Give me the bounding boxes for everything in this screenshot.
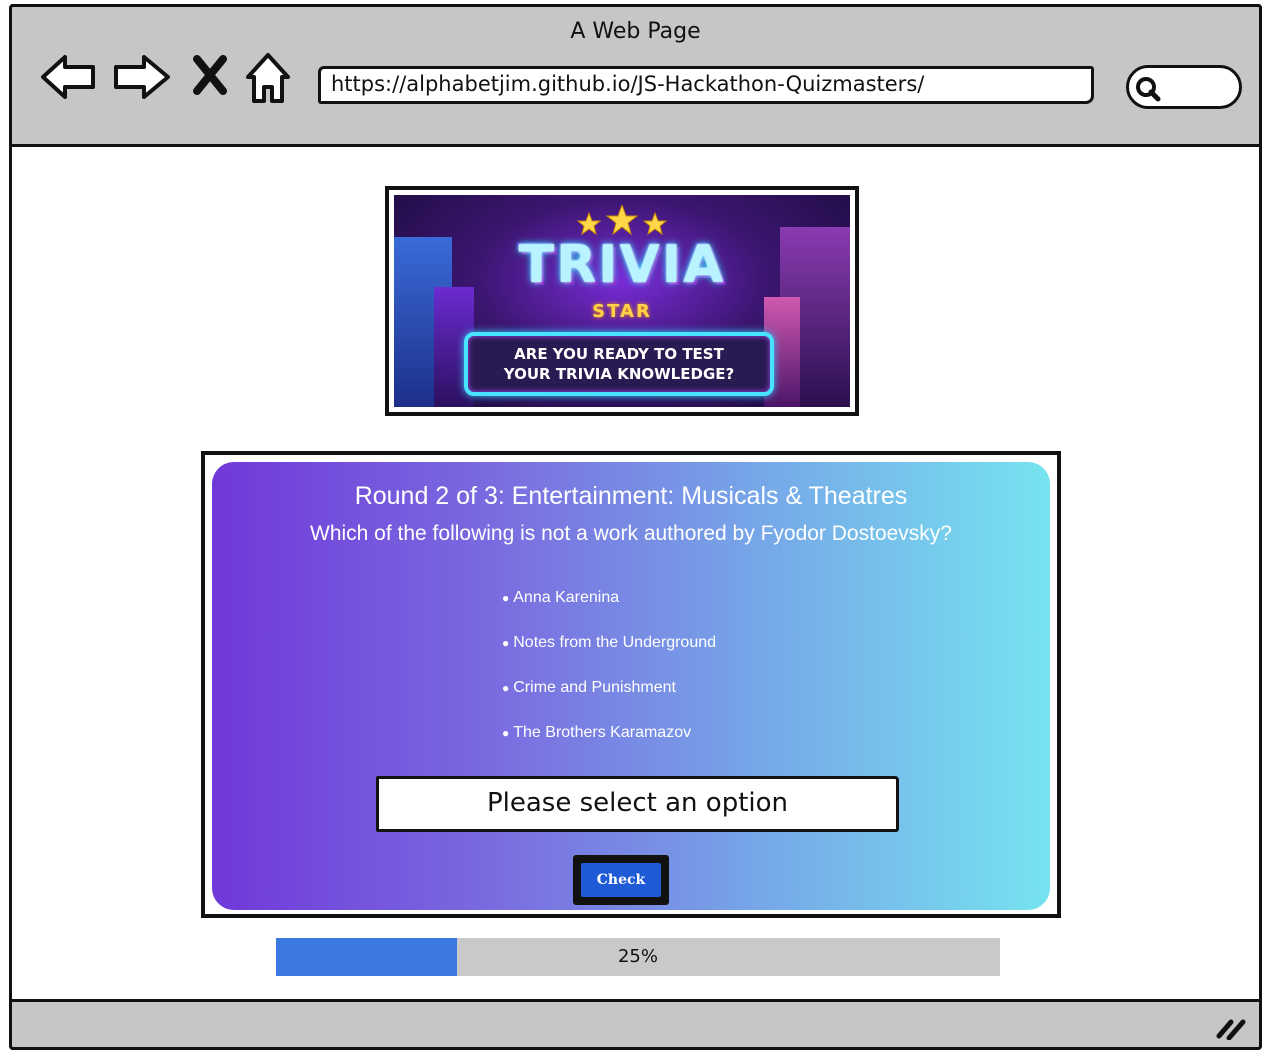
check-button[interactable]: Check [581,863,661,897]
banner-tagline: ARE YOU READY TO TEST YOUR TRIVIA KNOWLE… [464,332,774,396]
answer-option[interactable]: ● Notes from the Underground [502,631,716,676]
answer-option[interactable]: ● Crime and Punishment [502,676,716,721]
search-input[interactable] [1126,65,1242,109]
bullet-icon: ● [502,636,510,650]
check-button-frame: Check [573,855,669,905]
bullet-icon: ● [502,726,510,740]
browser-status-bar [9,999,1262,1050]
banner-tagline-line2: YOUR TRIVIA KNOWLEDGE? [503,365,735,383]
window-title: A Web Page [570,19,701,44]
round-title: Round 2 of 3: Entertainment: Musicals & … [354,482,908,510]
answer-option[interactable]: ● The Brothers Karamazov [502,721,716,766]
progress-bar: 25% [276,938,1000,976]
home-icon[interactable] [244,51,292,109]
answer-option-label: The Brothers Karamazov [513,724,692,741]
banner-image: TRIVIA STAR ARE YOU READY TO TEST YOUR T… [394,195,850,407]
bullet-icon: ● [502,681,510,695]
back-arrow-icon[interactable] [39,51,99,107]
quiz-card: Round 2 of 3: Entertainment: Musicals & … [212,462,1050,910]
browser-toolbar: A Web Page https://alphabetjim.github.io… [9,4,1262,147]
bullet-icon: ● [502,591,510,605]
trivia-star-banner: TRIVIA STAR ARE YOU READY TO TEST YOUR T… [385,186,859,416]
select-option-message: Please select an option [376,776,899,832]
close-x-icon[interactable] [192,55,228,99]
resize-handle-icon[interactable] [1215,1016,1247,1044]
answer-options: ● Anna Karenina ● Notes from the Undergrou… [502,586,716,766]
answer-option-label: Notes from the Underground [513,634,717,651]
search-icon [1133,74,1163,108]
answer-option-label: Crime and Punishment [513,679,676,696]
progress-label: 25% [617,946,658,967]
question-text: Which of the following is not a work aut… [310,522,952,545]
answer-option[interactable]: ● Anna Karenina [502,586,716,631]
answer-option-label: Anna Karenina [513,589,620,606]
banner-title: TRIVIA [518,235,726,295]
banner-tagline-line1: ARE YOU READY TO TEST [514,345,724,363]
address-bar[interactable]: https://alphabetjim.github.io/JS-Hackath… [318,66,1094,104]
banner-subtitle: STAR [592,301,652,322]
forward-arrow-icon[interactable] [110,51,172,107]
